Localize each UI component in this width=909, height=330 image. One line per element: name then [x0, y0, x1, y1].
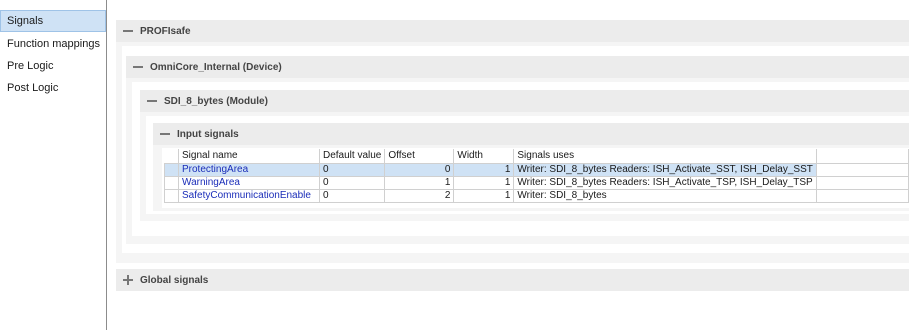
width-cell[interactable]: 1: [453, 189, 515, 203]
table-row[interactable]: SafetyCommunicationEnable 0 2 1 Writer: …: [164, 189, 909, 203]
input-signals-header[interactable]: Input signals: [153, 123, 909, 145]
column-header-width[interactable]: Width: [453, 149, 515, 164]
offset-cell[interactable]: 2: [384, 189, 455, 203]
column-header-signal-name[interactable]: Signal name: [178, 149, 320, 164]
offset-cell[interactable]: 0: [384, 163, 455, 177]
column-header-filler: [816, 149, 909, 164]
offset-cell[interactable]: 1: [384, 176, 455, 190]
filler-cell: [815, 189, 909, 203]
signals-uses-cell[interactable]: Writer: SDI_8_bytes: [513, 189, 817, 203]
section-title: PROFIsafe: [140, 25, 191, 37]
width-cell[interactable]: 1: [453, 163, 515, 177]
section-title: SDI_8_bytes (Module): [164, 95, 268, 107]
table-header-row: Signal name Default value Offset Width S…: [164, 149, 909, 164]
global-signals-header[interactable]: Global signals: [116, 269, 909, 291]
sidebar-item-label: Signals: [7, 15, 44, 27]
row-header-corner: [164, 149, 179, 164]
sidebar-item-function-mappings[interactable]: Function mappings: [0, 33, 106, 55]
main-content: PROFIsafe OmniCore_Internal (Device) SDI…: [110, 10, 909, 330]
table-row[interactable]: ProtectingArea 0 0 1 Writer: SDI_8_bytes…: [164, 163, 909, 177]
sidebar-item-label: Function mappings: [7, 38, 100, 50]
section-title: Global signals: [140, 274, 209, 286]
signal-name-cell[interactable]: SafetyCommunicationEnable: [178, 189, 320, 203]
module-header[interactable]: SDI_8_bytes (Module): [140, 90, 909, 112]
collapse-icon[interactable]: [159, 128, 171, 140]
column-header-offset[interactable]: Offset: [384, 149, 455, 164]
sidebar-item-label: Post Logic: [7, 82, 59, 94]
filler-cell: [815, 163, 909, 177]
collapse-icon[interactable]: [132, 61, 144, 73]
table-row[interactable]: WarningArea 0 1 1 Writer: SDI_8_bytes Re…: [164, 176, 909, 190]
signal-name-cell[interactable]: WarningArea: [178, 176, 320, 190]
signal-name-cell[interactable]: ProtectingArea: [178, 163, 320, 177]
signals-uses-cell[interactable]: Writer: SDI_8_bytes Readers: ISH_Activat…: [513, 176, 817, 190]
row-header[interactable]: [164, 176, 179, 190]
row-header[interactable]: [164, 163, 179, 177]
filler-cell: [815, 176, 909, 190]
collapse-icon[interactable]: [122, 25, 134, 37]
width-cell[interactable]: 1: [453, 176, 515, 190]
sidebar-item-label: Pre Logic: [7, 60, 54, 72]
profisafe-header[interactable]: PROFIsafe: [116, 20, 909, 42]
sidebar-item-signals[interactable]: Signals: [0, 10, 106, 32]
default-value-cell[interactable]: 0: [318, 176, 386, 190]
row-header[interactable]: [164, 189, 179, 203]
collapse-icon[interactable]: [146, 95, 158, 107]
expand-icon[interactable]: [122, 274, 134, 286]
column-header-default-value[interactable]: Default value: [319, 149, 386, 164]
section-title: Input signals: [177, 128, 239, 140]
signals-table: Signal name Default value Offset Width S…: [164, 149, 909, 203]
signals-uses-cell[interactable]: Writer: SDI_8_bytes Readers: ISH_Activat…: [513, 163, 817, 177]
device-header[interactable]: OmniCore_Internal (Device): [126, 56, 909, 78]
sidebar: Signals Function mappings Pre Logic Post…: [0, 0, 107, 330]
default-value-cell[interactable]: 0: [318, 163, 386, 177]
sidebar-item-pre-logic[interactable]: Pre Logic: [0, 55, 106, 77]
column-header-signals-uses[interactable]: Signals uses: [513, 149, 817, 164]
default-value-cell[interactable]: 0: [318, 189, 386, 203]
sidebar-item-post-logic[interactable]: Post Logic: [0, 77, 106, 99]
section-title: OmniCore_Internal (Device): [150, 61, 282, 73]
